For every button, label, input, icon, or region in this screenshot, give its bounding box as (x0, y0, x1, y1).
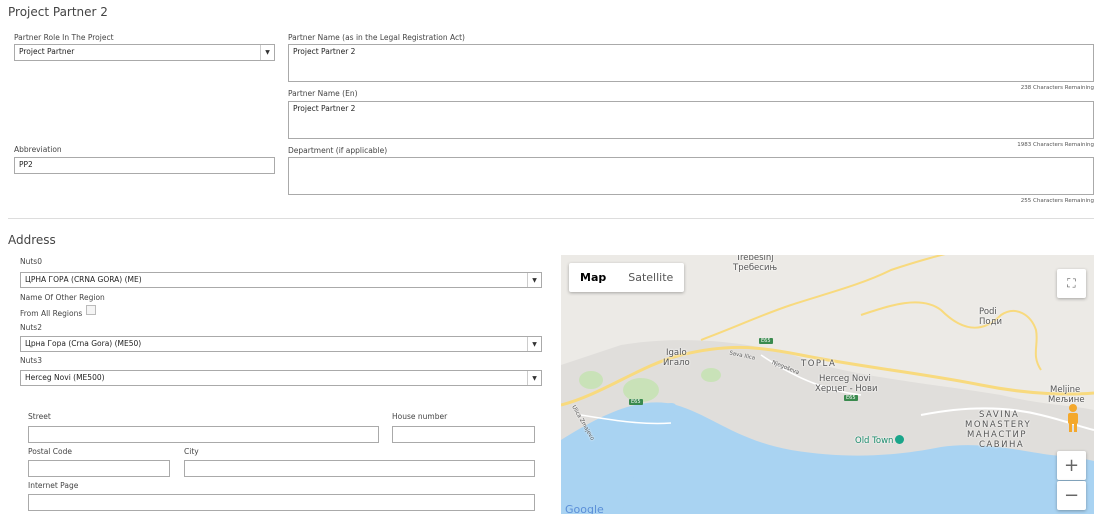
department-counter: 255 Characters Remaining (1020, 198, 1094, 204)
role-label: Partner Role In The Project (14, 33, 114, 42)
old-town-pin-icon (895, 435, 904, 444)
map-label-trebesinj-cyr: Требесињ (733, 263, 778, 273)
map-type-control: Map Satellite (569, 263, 685, 292)
abbreviation-input[interactable]: PP2 (14, 157, 275, 174)
name-legal-label: Partner Name (as in the Legal Registrati… (288, 33, 465, 42)
chevron-down-icon[interactable]: ▼ (260, 45, 274, 60)
map[interactable]: Map Satellite ⛶ + − Trebesinj Требесињ P… (561, 255, 1094, 514)
map-label-podi-cyr: Поди (979, 317, 1002, 327)
map-type-satellite-button[interactable]: Satellite (617, 263, 684, 292)
map-label-topla: TOPLA (801, 359, 837, 369)
fullscreen-icon[interactable]: ⛶ (1057, 269, 1086, 298)
map-label-trebesinj: Trebesinj (736, 255, 774, 263)
role-select-value: Project Partner (19, 47, 75, 56)
map-label-savina-cyr: САВИНА (979, 440, 1025, 450)
map-label-meljine: Meljine (1050, 385, 1081, 395)
chevron-down-icon[interactable]: ▼ (527, 273, 541, 287)
road-badge-e65: E65 (844, 395, 858, 401)
section-divider (8, 218, 1094, 219)
google-logo[interactable]: Google (565, 503, 604, 514)
pegman-icon[interactable] (1064, 403, 1086, 435)
map-label-meljine-cyr: Мељине (1048, 395, 1085, 405)
map-type-map-button[interactable]: Map (569, 263, 617, 292)
house-number-label: House number (392, 412, 448, 421)
city-label: City (184, 447, 199, 456)
nuts0-label: Nuts0 (20, 257, 42, 266)
postal-code-label: Postal Code (28, 447, 72, 456)
city-input[interactable] (184, 460, 535, 477)
internet-page-label: Internet Page (28, 481, 79, 490)
role-select[interactable]: Project Partner ▼ (14, 44, 275, 61)
map-label-monastery: MONASTERY (965, 420, 1032, 430)
other-region-label: Name Of Other Region (20, 293, 105, 302)
department-label: Department (if applicable) (288, 146, 388, 155)
map-label-herceg-novi: Herceg Novi (819, 374, 871, 384)
nuts3-label: Nuts3 (20, 356, 42, 365)
nuts2-select[interactable]: Црна Гора (Crna Gora) (ME50) ▼ (20, 336, 542, 352)
map-label-herceg-novi-cyr: Херцег - Нови (815, 384, 878, 394)
map-label-savina: SAVINA (979, 410, 1020, 420)
section-title-partner: Project Partner 2 (8, 5, 108, 19)
map-label-igalo: Igalo (666, 348, 687, 358)
chevron-down-icon[interactable]: ▼ (527, 371, 541, 385)
nuts0-select[interactable]: ЦРНА ГОРА (CRNA GORA) (ME) ▼ (20, 272, 542, 288)
map-label-podi: Podi (979, 307, 997, 317)
zoom-out-icon[interactable]: − (1057, 481, 1086, 510)
section-title-address: Address (8, 233, 56, 247)
street-label: Street (28, 412, 51, 421)
postal-code-input[interactable] (28, 460, 170, 477)
zoom-in-icon[interactable]: + (1057, 451, 1086, 480)
road-badge-e65: E65 (759, 338, 773, 344)
name-en-textarea[interactable]: Project Partner 2 (288, 101, 1094, 139)
all-regions-checkbox[interactable] (86, 305, 96, 315)
chevron-down-icon[interactable]: ▼ (527, 337, 541, 351)
map-label-old-town: Old Town (855, 436, 894, 446)
street-input[interactable] (28, 426, 379, 443)
road-badge-e65: E65 (629, 399, 643, 405)
all-regions-label: From All Regions (20, 309, 83, 318)
map-label-igalo-cyr: Игало (663, 358, 690, 368)
nuts3-select-value: Herceg Novi (ME500) (25, 373, 105, 382)
house-number-input[interactable] (392, 426, 535, 443)
map-label-manastir: МАНАСТИР (967, 430, 1027, 440)
name-legal-counter: 238 Characters Remaining (1020, 85, 1094, 91)
name-en-label: Partner Name (En) (288, 89, 358, 98)
internet-page-input[interactable] (28, 494, 535, 511)
name-legal-textarea[interactable]: Project Partner 2 (288, 44, 1094, 82)
nuts2-select-value: Црна Гора (Crna Gora) (ME50) (25, 339, 142, 348)
nuts2-label: Nuts2 (20, 323, 42, 332)
nuts0-select-value: ЦРНА ГОРА (CRNA GORA) (ME) (25, 275, 142, 284)
department-textarea[interactable] (288, 157, 1094, 195)
nuts3-select[interactable]: Herceg Novi (ME500) ▼ (20, 370, 542, 386)
abbreviation-label: Abbreviation (14, 145, 62, 154)
name-en-counter: 1983 Characters Remaining (1017, 142, 1094, 148)
